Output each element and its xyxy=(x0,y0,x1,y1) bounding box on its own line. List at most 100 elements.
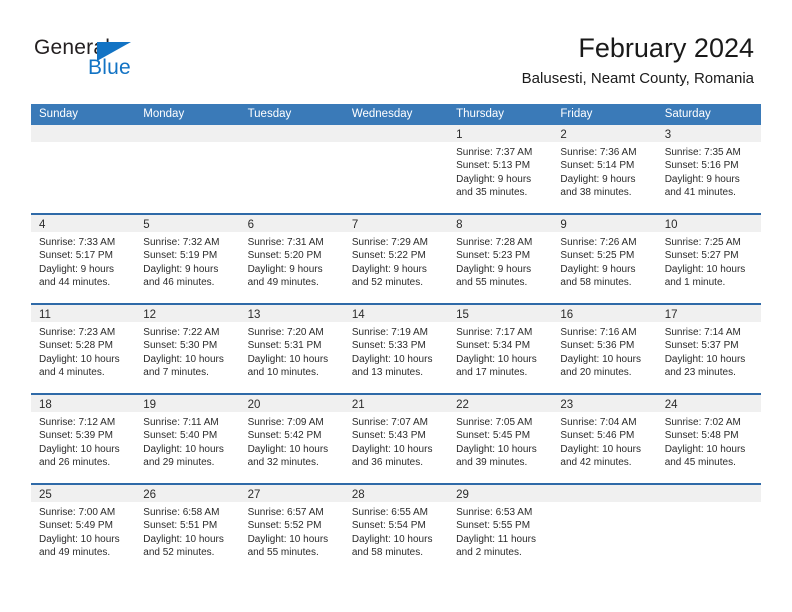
day-info-line: Daylight: 10 hours xyxy=(560,353,642,365)
day-info-line: and 1 minute. xyxy=(664,277,726,289)
day-number: 17 xyxy=(664,309,678,321)
day-info-line: Sunset: 5:27 PM xyxy=(664,250,739,262)
day-sun-info xyxy=(135,142,239,146)
day-info-line: Daylight: 10 hours xyxy=(664,443,746,455)
calendar-day-cell[interactable]: 6 Sunrise: 7:31 AM Sunset: 5:20 PM Daylight… xyxy=(239,215,344,303)
calendar-week-row: 18 Sunrise: 7:12 AM Sunset: 5:39 PM Dayligh… xyxy=(31,393,761,483)
day-number: 8 xyxy=(456,219,463,231)
day-info-line: Daylight: 10 hours xyxy=(143,353,224,365)
day-info-line: Sunset: 5:14 PM xyxy=(560,160,635,172)
calendar-day-cell[interactable]: 29 Sunrise: 6:53 AM Sunset: 5:55 PM Dayligh… xyxy=(448,485,553,573)
day-number-strip xyxy=(656,485,761,502)
calendar-day-cell[interactable]: 4 Sunrise: 7:33 AM Sunset: 5:17 PM Daylight… xyxy=(31,215,136,303)
day-number: 25 xyxy=(39,489,52,501)
day-info-line: Sunset: 5:42 PM xyxy=(247,430,322,442)
day-number: 4 xyxy=(39,219,46,231)
page-header: General Blue February 2024 Balusesti, Ne… xyxy=(0,0,792,100)
calendar-day-cell[interactable]: 15 Sunrise: 7:17 AM Sunset: 5:34 PM Dayligh… xyxy=(448,305,553,393)
calendar-day-cell[interactable]: 10 Sunrise: 7:25 AM Sunset: 5:27 PM Dayligh… xyxy=(656,215,761,303)
day-info-line: Sunrise: 7:31 AM xyxy=(247,237,324,248)
day-number-strip: 3 xyxy=(656,125,761,142)
day-info-line: Daylight: 10 hours xyxy=(143,443,224,455)
calendar-day-cell[interactable]: 8 Sunrise: 7:28 AM Sunset: 5:23 PM Daylight… xyxy=(448,215,553,303)
day-info-line: Daylight: 10 hours xyxy=(351,443,433,455)
calendar-weeks: 1 Sunrise: 7:37 AM Sunset: 5:13 PM Daylight… xyxy=(31,125,761,573)
day-number-strip: 23 xyxy=(552,395,657,412)
day-number: 22 xyxy=(456,399,469,411)
day-sun-info xyxy=(657,502,761,506)
calendar-day-cell[interactable]: 16 Sunrise: 7:16 AM Sunset: 5:36 PM Dayligh… xyxy=(552,305,657,393)
day-sun-info: Sunrise: 7:17 AM Sunset: 5:34 PM Daylight:… xyxy=(448,322,552,380)
day-info-line: and 49 minutes. xyxy=(39,547,111,559)
calendar-day-cell[interactable]: 25 Sunrise: 7:00 AM Sunset: 5:49 PM Dayligh… xyxy=(31,485,136,573)
calendar-day-cell[interactable]: 13 Sunrise: 7:20 AM Sunset: 5:31 PM Dayligh… xyxy=(239,305,344,393)
day-info-line: and 44 minutes. xyxy=(39,277,111,289)
calendar-day-cell[interactable]: 22 Sunrise: 7:05 AM Sunset: 5:45 PM Dayligh… xyxy=(448,395,553,483)
day-info-line: Daylight: 10 hours xyxy=(456,353,537,365)
day-number-strip: 29 xyxy=(448,485,553,502)
day-sun-info: Sunrise: 7:26 AM Sunset: 5:25 PM Daylight:… xyxy=(552,232,656,290)
day-info-line: Sunset: 5:51 PM xyxy=(143,520,218,532)
day-info-line: Daylight: 9 hours xyxy=(664,173,740,185)
calendar-day-cell[interactable]: 7 Sunrise: 7:29 AM Sunset: 5:22 PM Daylight… xyxy=(343,215,449,303)
calendar-day-cell[interactable]: 21 Sunrise: 7:07 AM Sunset: 5:43 PM Dayligh… xyxy=(343,395,449,483)
day-info-line: and 4 minutes. xyxy=(39,367,105,379)
calendar-day-cell[interactable]: 23 Sunrise: 7:04 AM Sunset: 5:46 PM Dayligh… xyxy=(552,395,657,483)
calendar-day-cell[interactable]: 19 Sunrise: 7:11 AM Sunset: 5:40 PM Dayligh… xyxy=(135,395,240,483)
calendar-day-cell[interactable]: 11 Sunrise: 7:23 AM Sunset: 5:28 PM Dayligh… xyxy=(31,305,136,393)
calendar-day-cell[interactable]: 14 Sunrise: 7:19 AM Sunset: 5:33 PM Dayligh… xyxy=(343,305,449,393)
calendar-day-cell[interactable]: 24 Sunrise: 7:02 AM Sunset: 5:48 PM Dayligh… xyxy=(656,395,761,483)
calendar-day-cell[interactable]: 9 Sunrise: 7:26 AM Sunset: 5:25 PM Daylight… xyxy=(552,215,657,303)
day-info-line: and 41 minutes. xyxy=(664,187,736,199)
day-number-strip: 5 xyxy=(135,215,240,232)
calendar-day-cell[interactable]: 20 Sunrise: 7:09 AM Sunset: 5:42 PM Dayligh… xyxy=(239,395,344,483)
day-sun-info: Sunrise: 6:57 AM Sunset: 5:52 PM Daylight:… xyxy=(240,502,344,560)
page-title: February 2024 xyxy=(578,33,754,63)
day-info-line: Daylight: 10 hours xyxy=(456,443,537,455)
day-info-line: Daylight: 10 hours xyxy=(351,533,433,545)
day-number-strip: 6 xyxy=(239,215,344,232)
day-sun-info: Sunrise: 6:55 AM Sunset: 5:54 PM Daylight:… xyxy=(344,502,448,560)
day-info-line: Sunrise: 7:05 AM xyxy=(456,417,533,428)
day-info-line: Sunrise: 7:04 AM xyxy=(560,417,637,428)
day-number: 10 xyxy=(664,219,678,231)
day-number: 16 xyxy=(560,309,574,321)
day-number: 9 xyxy=(560,219,567,231)
day-number-strip: 10 xyxy=(656,215,761,232)
calendar-day-cell[interactable]: 12 Sunrise: 7:22 AM Sunset: 5:30 PM Dayligh… xyxy=(135,305,240,393)
calendar-day-cell[interactable]: 28 Sunrise: 6:55 AM Sunset: 5:54 PM Dayligh… xyxy=(343,485,449,573)
day-info-line: Sunset: 5:37 PM xyxy=(664,340,739,352)
day-number-strip: 22 xyxy=(448,395,553,412)
calendar-empty-cell xyxy=(656,485,761,573)
day-info-line: and 7 minutes. xyxy=(143,367,209,379)
calendar-day-cell[interactable]: 17 Sunrise: 7:14 AM Sunset: 5:37 PM Dayligh… xyxy=(656,305,761,393)
day-info-line: Daylight: 9 hours xyxy=(560,263,636,275)
calendar-day-cell[interactable]: 26 Sunrise: 6:58 AM Sunset: 5:51 PM Dayligh… xyxy=(135,485,240,573)
day-info-line: and 52 minutes. xyxy=(143,547,215,559)
calendar-day-cell[interactable]: 3 Sunrise: 7:35 AM Sunset: 5:16 PM Daylight… xyxy=(656,125,761,213)
day-info-line: Sunrise: 7:35 AM xyxy=(664,147,741,158)
calendar-day-cell[interactable]: 1 Sunrise: 7:37 AM Sunset: 5:13 PM Daylight… xyxy=(448,125,553,213)
day-info-line: Sunrise: 7:22 AM xyxy=(143,327,220,338)
day-sun-info: Sunrise: 7:29 AM Sunset: 5:22 PM Daylight:… xyxy=(344,232,448,290)
day-info-line: Sunset: 5:55 PM xyxy=(456,520,531,532)
calendar-day-cell[interactable]: 5 Sunrise: 7:32 AM Sunset: 5:19 PM Daylight… xyxy=(135,215,240,303)
day-info-line: Daylight: 10 hours xyxy=(351,353,433,365)
calendar-day-cell[interactable]: 18 Sunrise: 7:12 AM Sunset: 5:39 PM Dayligh… xyxy=(31,395,136,483)
day-number-strip: 8 xyxy=(448,215,553,232)
day-sun-info xyxy=(31,142,135,146)
calendar-day-cell[interactable]: 27 Sunrise: 6:57 AM Sunset: 5:52 PM Dayligh… xyxy=(239,485,344,573)
day-number-strip: 17 xyxy=(656,305,761,322)
day-info-line: Sunset: 5:13 PM xyxy=(456,160,531,172)
day-number: 19 xyxy=(143,399,157,411)
general-blue-logo: General Blue xyxy=(34,36,214,86)
page-subtitle: Balusesti, Neamt County, Romania xyxy=(521,70,754,87)
calendar-day-cell[interactable]: 2 Sunrise: 7:36 AM Sunset: 5:14 PM Daylight… xyxy=(552,125,657,213)
day-info-line: and 17 minutes. xyxy=(456,367,528,379)
day-sun-info: Sunrise: 7:14 AM Sunset: 5:37 PM Daylight:… xyxy=(657,322,761,380)
day-info-line: Daylight: 10 hours xyxy=(664,263,746,275)
day-number: 6 xyxy=(247,219,254,231)
day-info-line: and 2 minutes. xyxy=(456,547,522,559)
day-info-line: Sunrise: 7:09 AM xyxy=(247,417,324,428)
day-sun-info: Sunrise: 7:02 AM Sunset: 5:48 PM Daylight:… xyxy=(657,412,761,470)
